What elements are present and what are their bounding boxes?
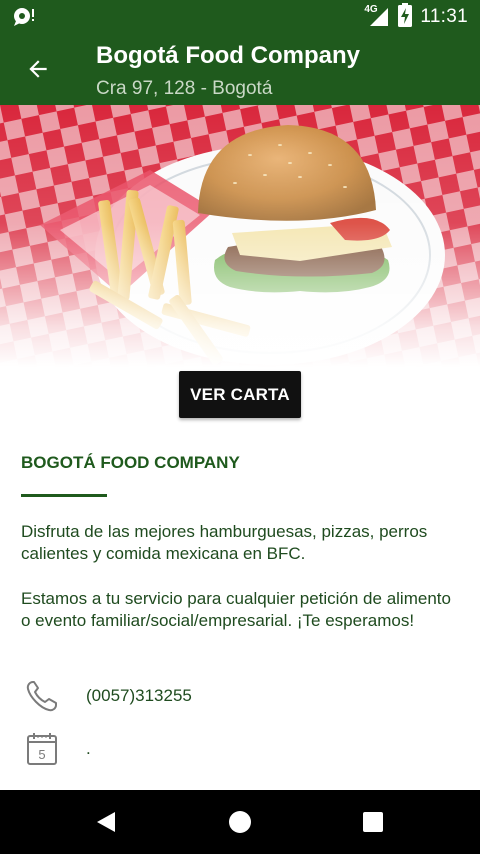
system-nav-bar [0,790,480,854]
app-bar: Bogotá Food Company Cra 97, 128 - Bogotá [0,33,480,105]
status-bar: 4G 11:31 [0,0,480,33]
notification-icon [12,6,36,28]
phone-number: (0057)313255 [86,686,192,705]
hero-image [0,105,480,367]
battery-icon [398,2,413,32]
nav-recents-button[interactable] [353,806,393,838]
triangle-back-icon [97,812,115,832]
description-paragraph-2: Estamos a tu servicio para cualquier pet… [21,589,451,630]
section-divider [21,494,107,497]
circle-home-icon [229,811,251,833]
page-subtitle: Cra 97, 128 - Bogotá [96,78,273,99]
description-paragraph-1: Disfruta de las mejores hamburguesas, pi… [21,522,428,563]
status-time: 11:31 [420,6,468,27]
square-recents-icon [363,812,383,832]
arrow-left-icon [29,60,47,78]
back-button[interactable] [16,47,60,91]
phone-row[interactable]: (0057)313255 [0,678,480,718]
phone-icon [24,678,60,714]
calendar-icon: 5 [24,731,60,767]
section-title: BOGOTÁ FOOD COMPANY [21,453,240,472]
signal-icon: 4G [364,4,390,28]
page-title: Bogotá Food Company [96,42,360,69]
schedule-text: . [86,739,91,758]
calendar-day: 5 [38,747,45,762]
schedule-row: 5 . [0,731,480,771]
nav-home-button[interactable] [220,806,260,838]
nav-back-button[interactable] [86,806,126,838]
ver-carta-button[interactable]: VER CARTA [179,371,301,418]
